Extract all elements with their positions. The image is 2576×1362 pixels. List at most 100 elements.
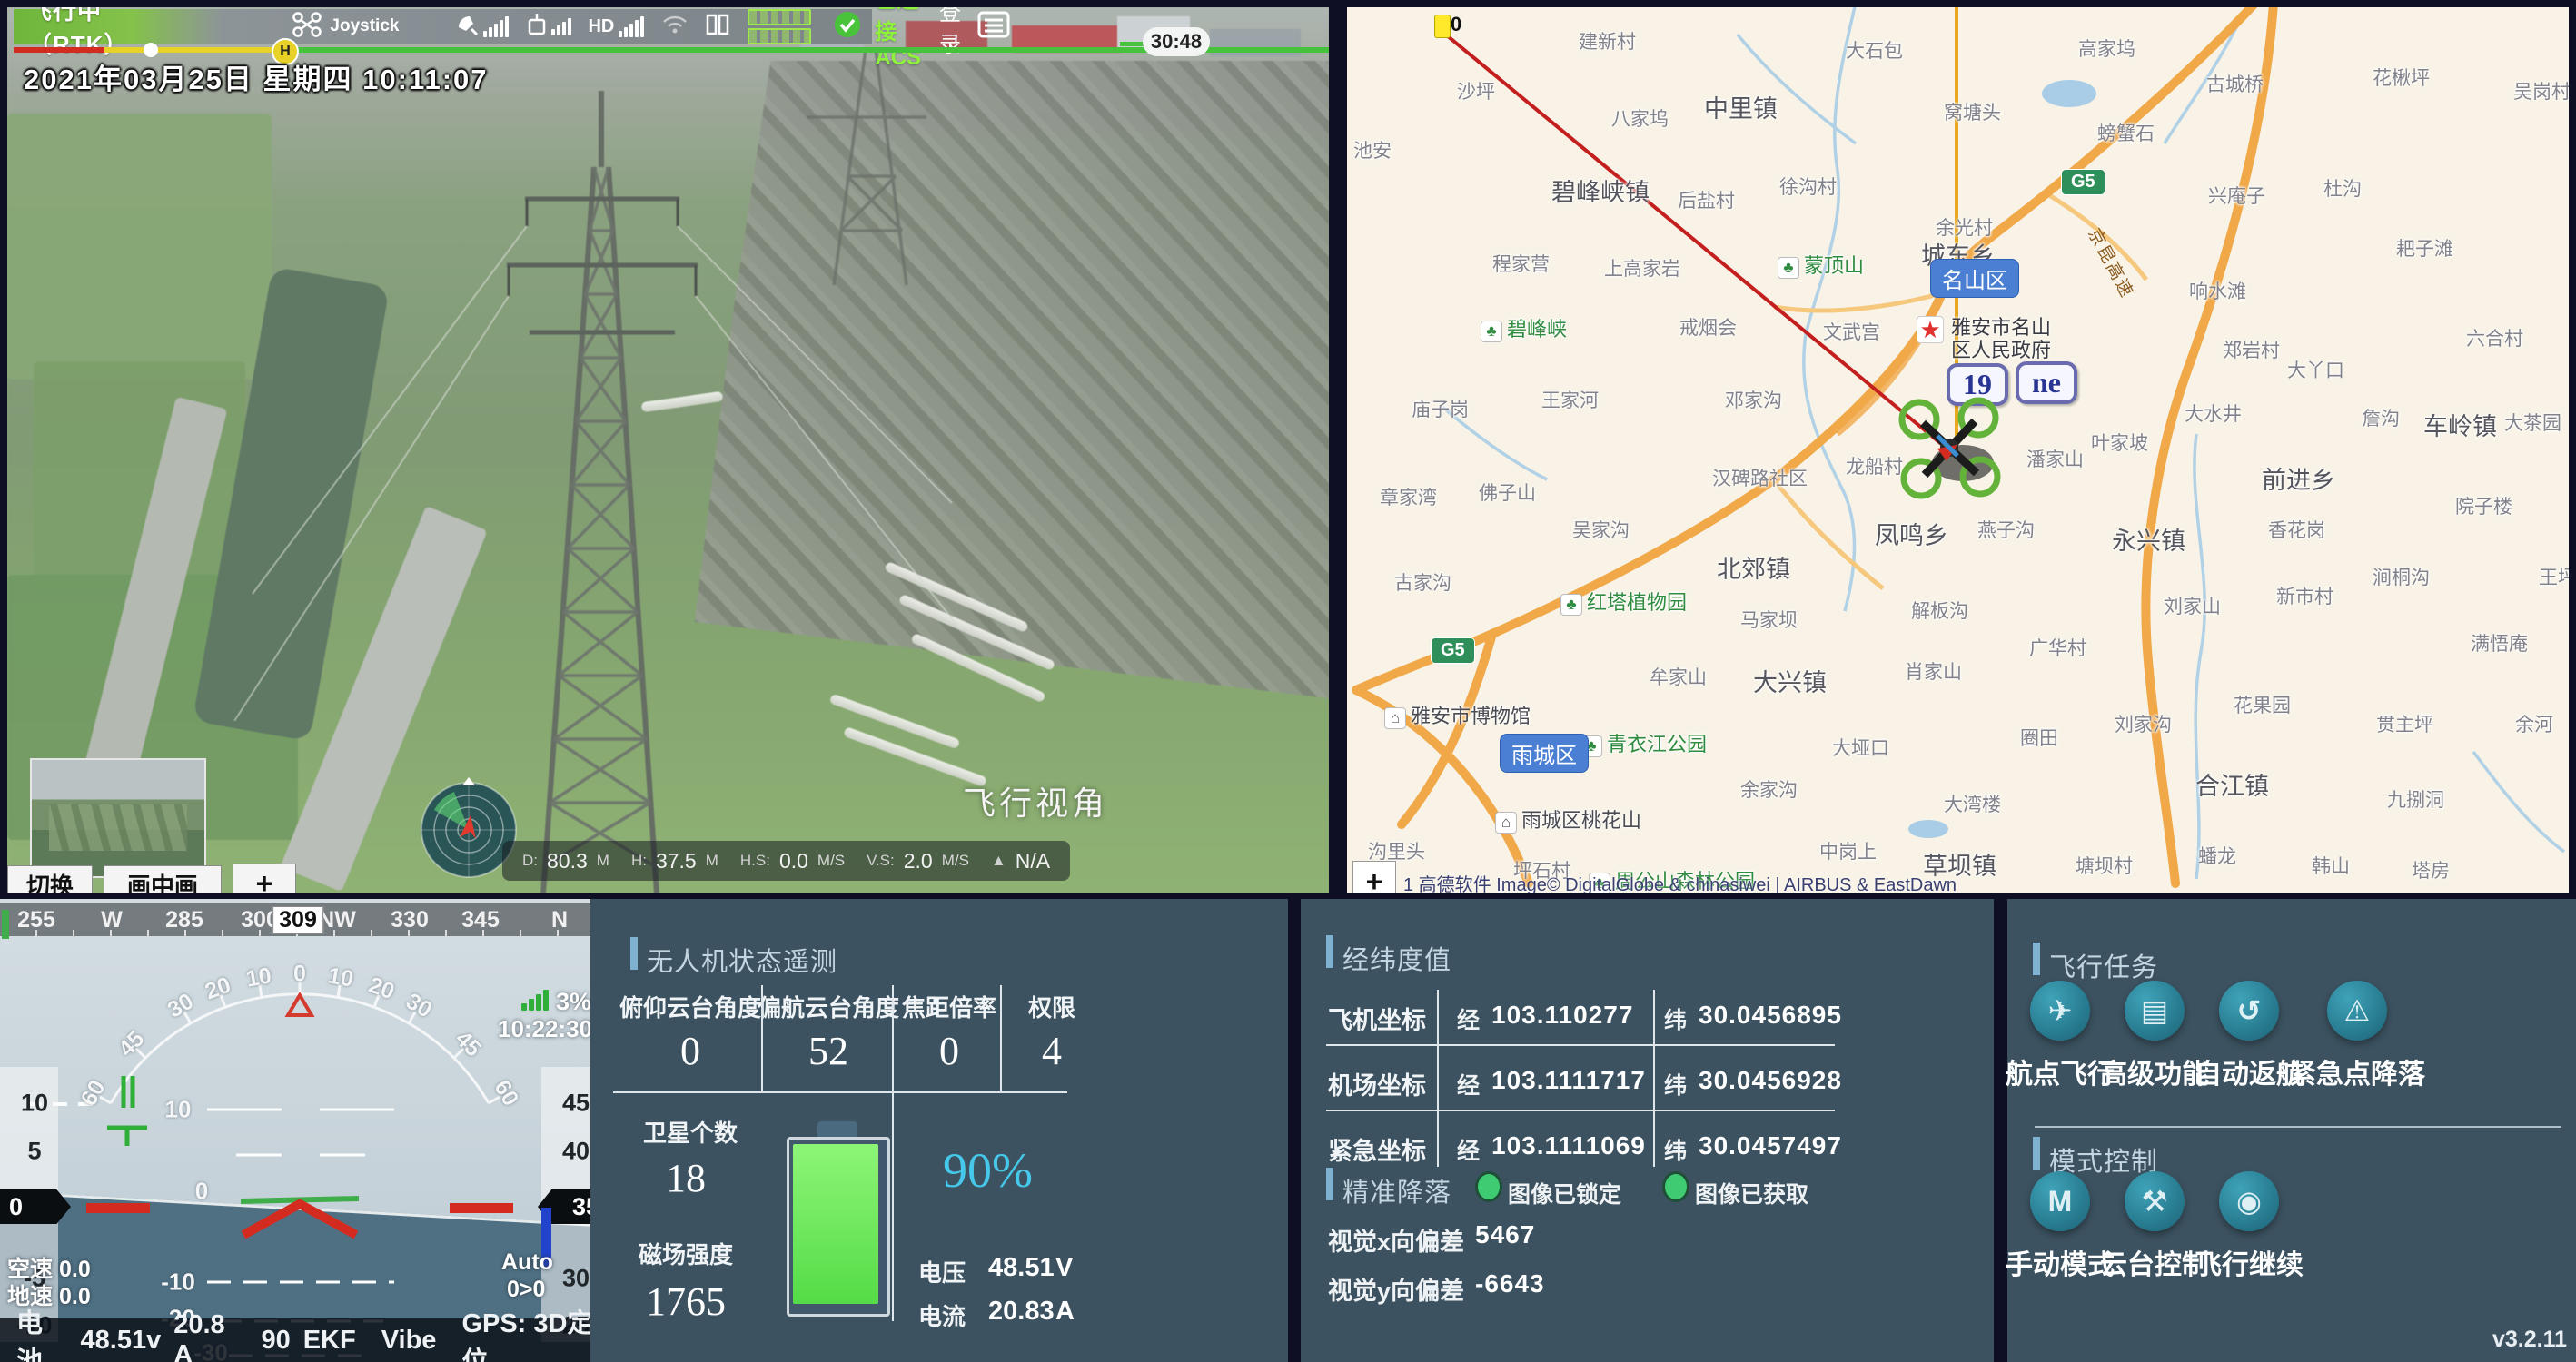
map-label: 大茶园 [2504,409,2561,436]
authority-value: 4 [1042,1028,1062,1074]
map-label: 韩山 [2312,852,2350,879]
map-label: 马家坝 [1740,606,1798,633]
hd-signal-bars [619,16,646,37]
map-label: 碧峰峡 [1481,313,1567,342]
map-label: 大石包 [1846,36,1903,64]
pip-button[interactable]: 画中画 [104,865,222,893]
government-poi: ★ 雅安市名山 区人民政府 [1917,316,2051,361]
map-label: 九捌洞 [2387,785,2444,813]
vision-y-label: 视觉y向偏差 [1328,1271,1464,1307]
gps-fix-label: GPS: 3D定位 [461,1302,599,1362]
map-label: 名山区 [1930,259,2019,298]
task-button[interactable]: ⚠ 紧急点降落 [2280,981,2434,1091]
battery-label: 电池 [16,1302,68,1362]
image-locked-dot [1475,1171,1502,1202]
drone-map-icon[interactable] [1892,392,2010,510]
altitude-tape-number: 40 [562,1138,590,1166]
map-label: 文武宫 [1823,318,1880,345]
acs-connected-label: 已连接ACS [875,7,921,71]
task-button-icon: ↺ [2219,981,2279,1041]
aircraft-lat: 30.0456895 [1699,1001,1842,1030]
map-label: 佛子山 [1479,479,1536,506]
distance-label: D: [522,852,538,870]
section-bar [2033,1137,2040,1170]
map-label: 合江镇 [2195,766,2269,802]
map-label: 牟家山 [1650,663,1707,690]
map-label: 戒烟会 [1679,313,1737,340]
video-feed-panel: 飞行中（RTK） Joystick [7,7,1329,893]
map-label: 古家沟 [1394,568,1451,596]
mission-timeline[interactable]: H [14,47,1329,53]
map-label: 庙子岗 [1412,395,1469,422]
map-label: 沙坪 [1457,77,1495,104]
hd-label: HD [588,16,614,37]
map-label: 刘家沟 [2115,710,2172,737]
battery-icon-fill [793,1144,878,1304]
map-label: 燕子沟 [1977,516,2035,543]
terrain-value: N/A [1016,849,1050,873]
vision-y-value: -6643 [1475,1269,1545,1298]
map-label: 后盐村 [1678,186,1735,213]
map-label: 花楸坪 [2373,64,2430,91]
path-start-marker-label: 0 [1451,13,1461,36]
map-label: 余河 [2515,710,2553,737]
map-label: 汉碑路社区 [1712,464,1808,491]
map-attribution: 1 高德软件 Image© DigitalGlobe & chinasiwei … [1403,870,1957,893]
current-unit: A [1055,1297,1075,1327]
remote-signal-bars [551,18,573,35]
uav-telemetry-panel: 无人机状态遥测 俯仰云台角度 偏航云台角度 焦距倍率 权限 0 52 0 4 卫… [590,899,1288,1362]
map-label: 吴岗村 [2513,77,2569,104]
vision-x-label: 视觉x向偏差 [1328,1222,1464,1258]
map-label: 贯主坪 [2376,710,2433,737]
map-label: 大丫口 [2287,356,2344,383]
map-label: 余家沟 [1740,775,1798,803]
map-label: 院子楼 [2455,492,2512,519]
joystick-label: Joystick [330,16,399,36]
vision-x-value: 5467 [1475,1220,1535,1249]
g5-highway-badge: G5 [2061,169,2105,195]
map-zoom-in-button[interactable]: + [1352,861,1396,893]
map-label: 塔房 [2412,856,2450,883]
flight-mode-detail: 0>0 [507,1277,545,1303]
zoom-plus-button[interactable]: + [233,864,296,893]
map-panel[interactable]: 建新村大石包高家坞古城桥花楸坪吴岗村窝塘头螃蟹石沙坪八家坞池安兴庵子杜沟余光村徐… [1347,7,2569,893]
mode-button[interactable]: ◉ 飞行继续 [2172,1171,2326,1282]
altitude-tape-number: 30 [562,1265,590,1293]
battery-percent-value: 90% [943,1142,1033,1199]
switch-view-button[interactable]: 切换 [7,865,93,893]
map-label: 詹沟 [2362,404,2400,431]
telemetry-title: 无人机状态遥测 [647,941,837,979]
emergency-lat: 30.0457497 [1699,1131,1842,1160]
map-label: 香花岗 [2268,516,2325,543]
battery-voltage: 48.51v [81,1326,162,1356]
map-label: 永兴镇 [2112,521,2185,557]
map-label: 徐沟村 [1779,173,1837,200]
gps-antenna-icon [455,13,479,41]
status-check-icon [833,10,862,44]
yaw-gimbal-label: 偏航云台角度 [758,990,899,1023]
map-label: 王家河 [1541,386,1599,413]
map-label: 满悟庵 [2471,629,2528,656]
authority-label: 权限 [1028,990,1075,1023]
waypoint-partial-badge[interactable]: ne [2016,361,2077,404]
voltage-unit: V [1055,1253,1073,1283]
vspeed-label: V.S: [867,852,895,870]
joystick-icon [292,11,322,43]
distance-value: 80.3 [547,849,588,873]
map-label: 大兴镇 [1753,663,1827,698]
map-label: 大垭口 [1832,734,1889,761]
map-label: 蟠龙 [2198,842,2236,869]
height-value: 37.5 [656,849,697,873]
pip-thumbnail[interactable] [30,758,206,878]
map-label: 蒙顶山 [1778,250,1864,279]
tasks-title: 飞行任务 [2049,946,2158,984]
timeline-position-dot[interactable] [144,43,158,57]
hspeed-value: 0.0 [779,849,808,873]
map-label: 杜沟 [2323,174,2362,202]
map-label: 建新村 [1579,27,1636,54]
map-label: 大水井 [2185,400,2242,427]
vibe-label: Vibe [381,1326,437,1356]
landing-title: 精准降落 [1342,1171,1451,1209]
battery-cells-indicator [748,9,811,44]
menu-icon[interactable] [977,11,1010,43]
